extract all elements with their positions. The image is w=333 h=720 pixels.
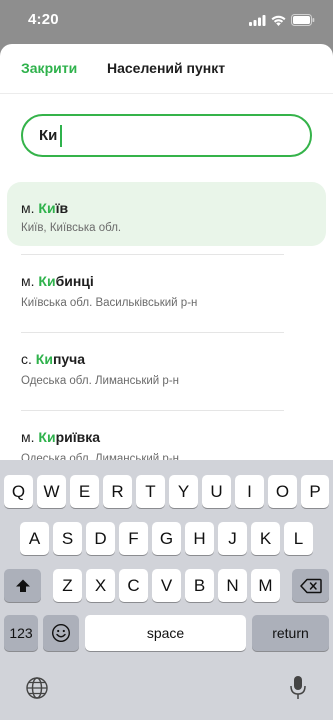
key-u[interactable]: U	[202, 475, 231, 508]
key-b[interactable]: B	[185, 569, 214, 602]
backspace-icon	[299, 578, 322, 593]
keyboard-row-2: A S D F G H J K L	[0, 522, 333, 555]
status-time: 4:20	[28, 11, 59, 28]
search-input-value: Ки	[39, 127, 58, 144]
emoji-icon	[51, 623, 71, 643]
key-i[interactable]: I	[235, 475, 264, 508]
keyboard-bottom-bar	[0, 664, 333, 720]
shift-icon	[15, 579, 30, 592]
key-y[interactable]: Y	[169, 475, 198, 508]
keyboard-row-4: 123 space return	[0, 615, 333, 651]
key-h[interactable]: H	[185, 522, 214, 555]
result-name: м. Кириївка	[21, 429, 101, 445]
close-button[interactable]: Закрити	[21, 60, 77, 76]
list-item[interactable]: м. Кибинці Київська обл. Васильківський …	[0, 254, 333, 332]
key-z[interactable]: Z	[53, 569, 82, 602]
result-region: Київська обл. Васильківський р-н	[21, 297, 198, 309]
status-icons	[249, 14, 315, 26]
numbers-key[interactable]: 123	[4, 615, 38, 651]
key-k[interactable]: K	[251, 522, 280, 555]
result-name: м. Кибинці	[21, 273, 94, 289]
result-region: Київ, Київська обл.	[21, 222, 122, 234]
key-c[interactable]: C	[119, 569, 148, 602]
divider	[21, 410, 284, 411]
sheet-header: Закрити Населений пункт	[0, 44, 333, 94]
keyboard-row-3: Z X C V B N M	[0, 569, 333, 602]
wifi-icon	[271, 15, 286, 26]
key-x[interactable]: X	[86, 569, 115, 602]
key-e[interactable]: E	[70, 475, 99, 508]
text-caret	[60, 125, 62, 147]
key-p[interactable]: P	[301, 475, 329, 508]
battery-icon	[291, 14, 315, 26]
key-j[interactable]: J	[218, 522, 247, 555]
backspace-key[interactable]	[292, 569, 329, 602]
shift-key[interactable]	[4, 569, 41, 602]
signal-icon	[249, 14, 266, 26]
return-key[interactable]: return	[252, 615, 329, 651]
page-title: Населений пункт	[107, 60, 226, 76]
emoji-key[interactable]	[43, 615, 79, 651]
keyboard: Q W E R T Y U I O P A S D F G H J K L Z …	[0, 460, 333, 720]
list-item[interactable]: с. Кипуча Одеська обл. Лиманський р-н	[0, 332, 333, 410]
status-bar: 4:20	[0, 0, 333, 40]
keyboard-row-1: Q W E R T Y U I O P	[0, 475, 333, 508]
key-o[interactable]: O	[268, 475, 297, 508]
search-input[interactable]: Ки	[21, 114, 312, 157]
divider	[21, 332, 284, 333]
key-t[interactable]: T	[136, 475, 165, 508]
result-name: с. Кипуча	[21, 351, 86, 367]
key-r[interactable]: R	[103, 475, 132, 508]
key-l[interactable]: L	[284, 522, 313, 555]
list-item[interactable]: м. Київ Київ, Київська обл.	[7, 182, 326, 246]
microphone-icon[interactable]	[289, 675, 307, 701]
key-a[interactable]: A	[20, 522, 49, 555]
globe-icon[interactable]	[25, 676, 49, 700]
divider	[21, 254, 284, 255]
result-name: м. Київ	[21, 200, 69, 216]
key-m[interactable]: M	[251, 569, 280, 602]
key-q[interactable]: Q	[4, 475, 33, 508]
key-f[interactable]: F	[119, 522, 148, 555]
key-w[interactable]: W	[37, 475, 66, 508]
key-g[interactable]: G	[152, 522, 181, 555]
key-v[interactable]: V	[152, 569, 181, 602]
space-key[interactable]: space	[85, 615, 246, 651]
key-n[interactable]: N	[218, 569, 247, 602]
key-s[interactable]: S	[53, 522, 82, 555]
results-list: м. Київ Київ, Київська обл. м. Кибинці К…	[0, 182, 333, 488]
result-region: Одеська обл. Лиманський р-н	[21, 375, 179, 387]
key-d[interactable]: D	[86, 522, 115, 555]
